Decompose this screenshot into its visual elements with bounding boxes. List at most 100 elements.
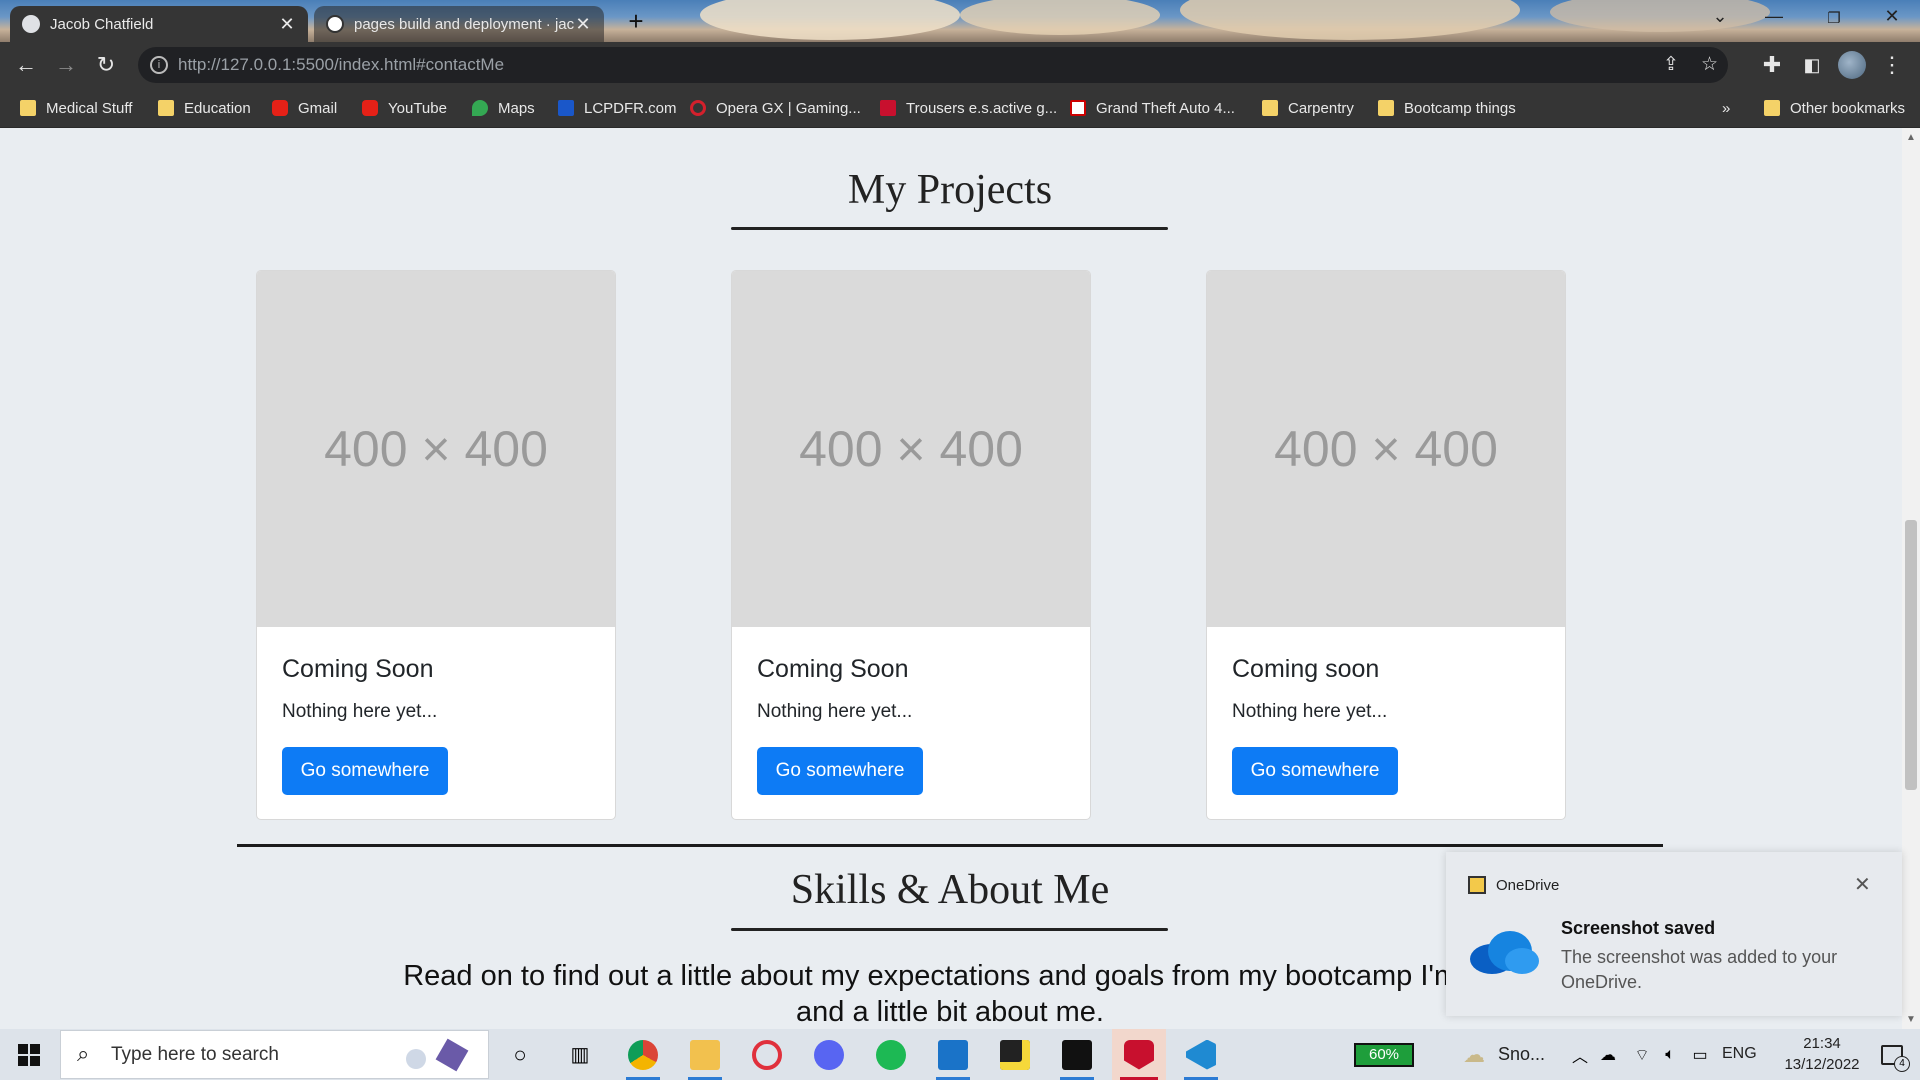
restore-button[interactable]: ❐ xyxy=(1814,9,1854,27)
windows-logo-icon xyxy=(18,1043,40,1066)
notification-app-name: OneDrive xyxy=(1496,877,1560,894)
go-somewhere-button[interactable]: Go somewhere xyxy=(1232,747,1398,795)
profile-avatar[interactable] xyxy=(1838,51,1866,79)
opera-gx-taskbar-icon[interactable] xyxy=(742,1029,792,1080)
other-bookmarks[interactable]: Other bookmarks xyxy=(1764,88,1905,128)
scroll-up-arrow-icon[interactable]: ▲ xyxy=(1902,132,1920,143)
mail-taskbar-icon[interactable] xyxy=(928,1029,978,1080)
url-host: http://127.0.0.1 xyxy=(178,55,292,74)
tab-pages-build[interactable]: pages build and deployment · jac ✕ xyxy=(314,6,604,42)
kebab-menu-icon[interactable]: ⋮ xyxy=(1878,51,1906,79)
bookmark-label: Other bookmarks xyxy=(1790,99,1906,117)
minimize-button[interactable]: — xyxy=(1754,6,1794,27)
sticky-notes-icon xyxy=(1000,1039,1030,1070)
discord-taskbar-icon[interactable] xyxy=(804,1029,854,1080)
bookmark-opera-gx[interactable]: Opera GX | Gaming... xyxy=(690,88,861,128)
close-tab-icon[interactable]: ✕ xyxy=(574,14,592,35)
volume-icon[interactable]: 🔈︎ xyxy=(1658,1029,1682,1080)
opera-icon xyxy=(690,100,706,116)
go-somewhere-button[interactable]: Go somewhere xyxy=(757,747,923,795)
site-info-icon[interactable]: i xyxy=(150,56,168,74)
bookmark-label: LCPDFR.com xyxy=(584,99,677,117)
cortana-icon[interactable]: ○ xyxy=(500,1029,540,1080)
task-view-icon[interactable]: ▥ xyxy=(560,1029,600,1080)
youtube-icon xyxy=(272,100,288,116)
browser-tab-strip: Jacob Chatfield ✕ pages build and deploy… xyxy=(0,0,1920,42)
card-title: Coming soon xyxy=(1232,655,1380,683)
lcpdfr-icon xyxy=(558,100,574,116)
bookmark-bootcamp-things[interactable]: Bootcamp things xyxy=(1378,88,1516,128)
project-card: 400 × 400 Coming Soon Nothing here yet..… xyxy=(731,270,1091,820)
mcafee-taskbar-icon[interactable] xyxy=(1112,1029,1166,1080)
start-button[interactable] xyxy=(0,1029,58,1080)
action-center-button[interactable]: 4 xyxy=(1872,1029,1912,1080)
battery-icon[interactable]: ▭ xyxy=(1688,1029,1712,1080)
notification-body: The screenshot was added to your OneDriv… xyxy=(1561,947,1838,992)
windows-taskbar: ⌕ Type here to search ○ ▥ 60% ☁ Sno... ︿… xyxy=(0,1029,1920,1080)
back-button[interactable]: ← xyxy=(12,51,40,79)
onedrive-tray-icon[interactable]: ☁ xyxy=(1596,1029,1620,1080)
close-notification-icon[interactable]: ✕ xyxy=(1854,872,1871,897)
chrome-taskbar-icon[interactable] xyxy=(618,1029,668,1080)
clock-time[interactable]: 21:34 xyxy=(1772,1035,1872,1052)
spotify-taskbar-icon[interactable] xyxy=(866,1029,916,1080)
onedrive-notification[interactable]: OneDrive ✕ Screenshot saved The screensh… xyxy=(1446,852,1902,1016)
bookmark-youtube[interactable]: YouTube xyxy=(362,88,447,128)
wifi-icon[interactable]: ⌔ xyxy=(1630,1029,1654,1080)
bookmark-gmail[interactable]: Gmail xyxy=(272,88,337,128)
vscode-taskbar-icon[interactable] xyxy=(1176,1029,1226,1080)
project-card: 400 × 400 Coming soon Nothing here yet..… xyxy=(1206,270,1566,820)
page-scrollbar[interactable]: ▲ ▼ xyxy=(1902,128,1920,1029)
bookmark-gta4[interactable]: Grand Theft Auto 4... xyxy=(1070,88,1235,128)
sticky-notes-taskbar-icon[interactable] xyxy=(990,1029,1040,1080)
bookmark-label: Opera GX | Gaming... xyxy=(716,99,861,117)
bookmark-education[interactable]: Education xyxy=(158,88,251,128)
scroll-down-arrow-icon[interactable]: ▼ xyxy=(1902,1014,1920,1025)
weather-label[interactable]: Sno... xyxy=(1498,1044,1545,1065)
new-tab-button[interactable]: + xyxy=(622,8,650,36)
close-window-button[interactable]: ✕ xyxy=(1872,6,1912,27)
bookmark-label: Maps xyxy=(498,99,535,117)
browser-toolbar: ← → ↻ i http://127.0.0.1:5500/index.html… xyxy=(0,42,1920,88)
side-panel-icon[interactable]: ◧ xyxy=(1798,51,1826,79)
tab-search-chevron-icon[interactable]: ⌄ xyxy=(1700,6,1740,27)
reload-button[interactable]: ↻ xyxy=(92,51,120,79)
notification-heading: Screenshot saved xyxy=(1561,918,1716,938)
gtanet-icon xyxy=(1070,100,1086,116)
search-highlight-illustration-icon xyxy=(396,1037,476,1073)
go-somewhere-button[interactable]: Go somewhere xyxy=(282,747,448,795)
notification-count-badge: 4 xyxy=(1894,1055,1910,1072)
file-explorer-taskbar-icon[interactable] xyxy=(680,1029,730,1080)
bookmark-medical-stuff[interactable]: Medical Stuff xyxy=(20,88,132,128)
scrollbar-thumb[interactable] xyxy=(1905,520,1917,790)
folder-icon xyxy=(1262,100,1278,116)
bookmark-trousers[interactable]: Trousers e.s.active g... xyxy=(880,88,1057,128)
share-icon[interactable]: ⇪ xyxy=(1663,47,1679,83)
battery-percentage-widget[interactable]: 60% xyxy=(1354,1043,1414,1067)
show-hidden-icons-chevron-icon[interactable]: ︿ xyxy=(1568,1029,1592,1080)
chrome-icon xyxy=(628,1039,658,1070)
clock-date[interactable]: 13/12/2022 xyxy=(1772,1056,1872,1073)
address-bar[interactable]: i http://127.0.0.1:5500/index.html#conta… xyxy=(138,47,1728,83)
tab-jacob-chatfield[interactable]: Jacob Chatfield ✕ xyxy=(10,6,308,42)
language-indicator[interactable]: ENG xyxy=(1722,1045,1757,1063)
taskbar-search-box[interactable]: ⌕ Type here to search xyxy=(60,1030,489,1079)
onedrive-app-icon xyxy=(1468,876,1486,894)
terminal-taskbar-icon[interactable] xyxy=(1052,1029,1102,1080)
close-tab-icon[interactable]: ✕ xyxy=(278,14,296,35)
forward-button[interactable]: → xyxy=(52,51,80,79)
card-text: Nothing here yet... xyxy=(282,701,438,722)
search-placeholder: Type here to search xyxy=(111,1044,279,1065)
bookmarks-overflow-button[interactable]: » xyxy=(1722,88,1730,128)
weather-icon[interactable]: ☁ xyxy=(1456,1029,1492,1080)
bookmark-lcpdfr[interactable]: LCPDFR.com xyxy=(558,88,677,128)
card-image-placeholder: 400 × 400 xyxy=(1207,271,1565,627)
bookmark-carpentry[interactable]: Carpentry xyxy=(1262,88,1354,128)
onedrive-cloud-icon xyxy=(1470,931,1539,974)
g-icon xyxy=(880,100,896,116)
bookmark-star-icon[interactable]: ☆ xyxy=(1701,47,1718,83)
extensions-puzzle-icon[interactable]: ✚ xyxy=(1758,51,1786,79)
bookmark-label: Grand Theft Auto 4... xyxy=(1096,99,1235,117)
bookmark-maps[interactable]: Maps xyxy=(472,88,535,128)
maps-icon xyxy=(472,100,488,116)
